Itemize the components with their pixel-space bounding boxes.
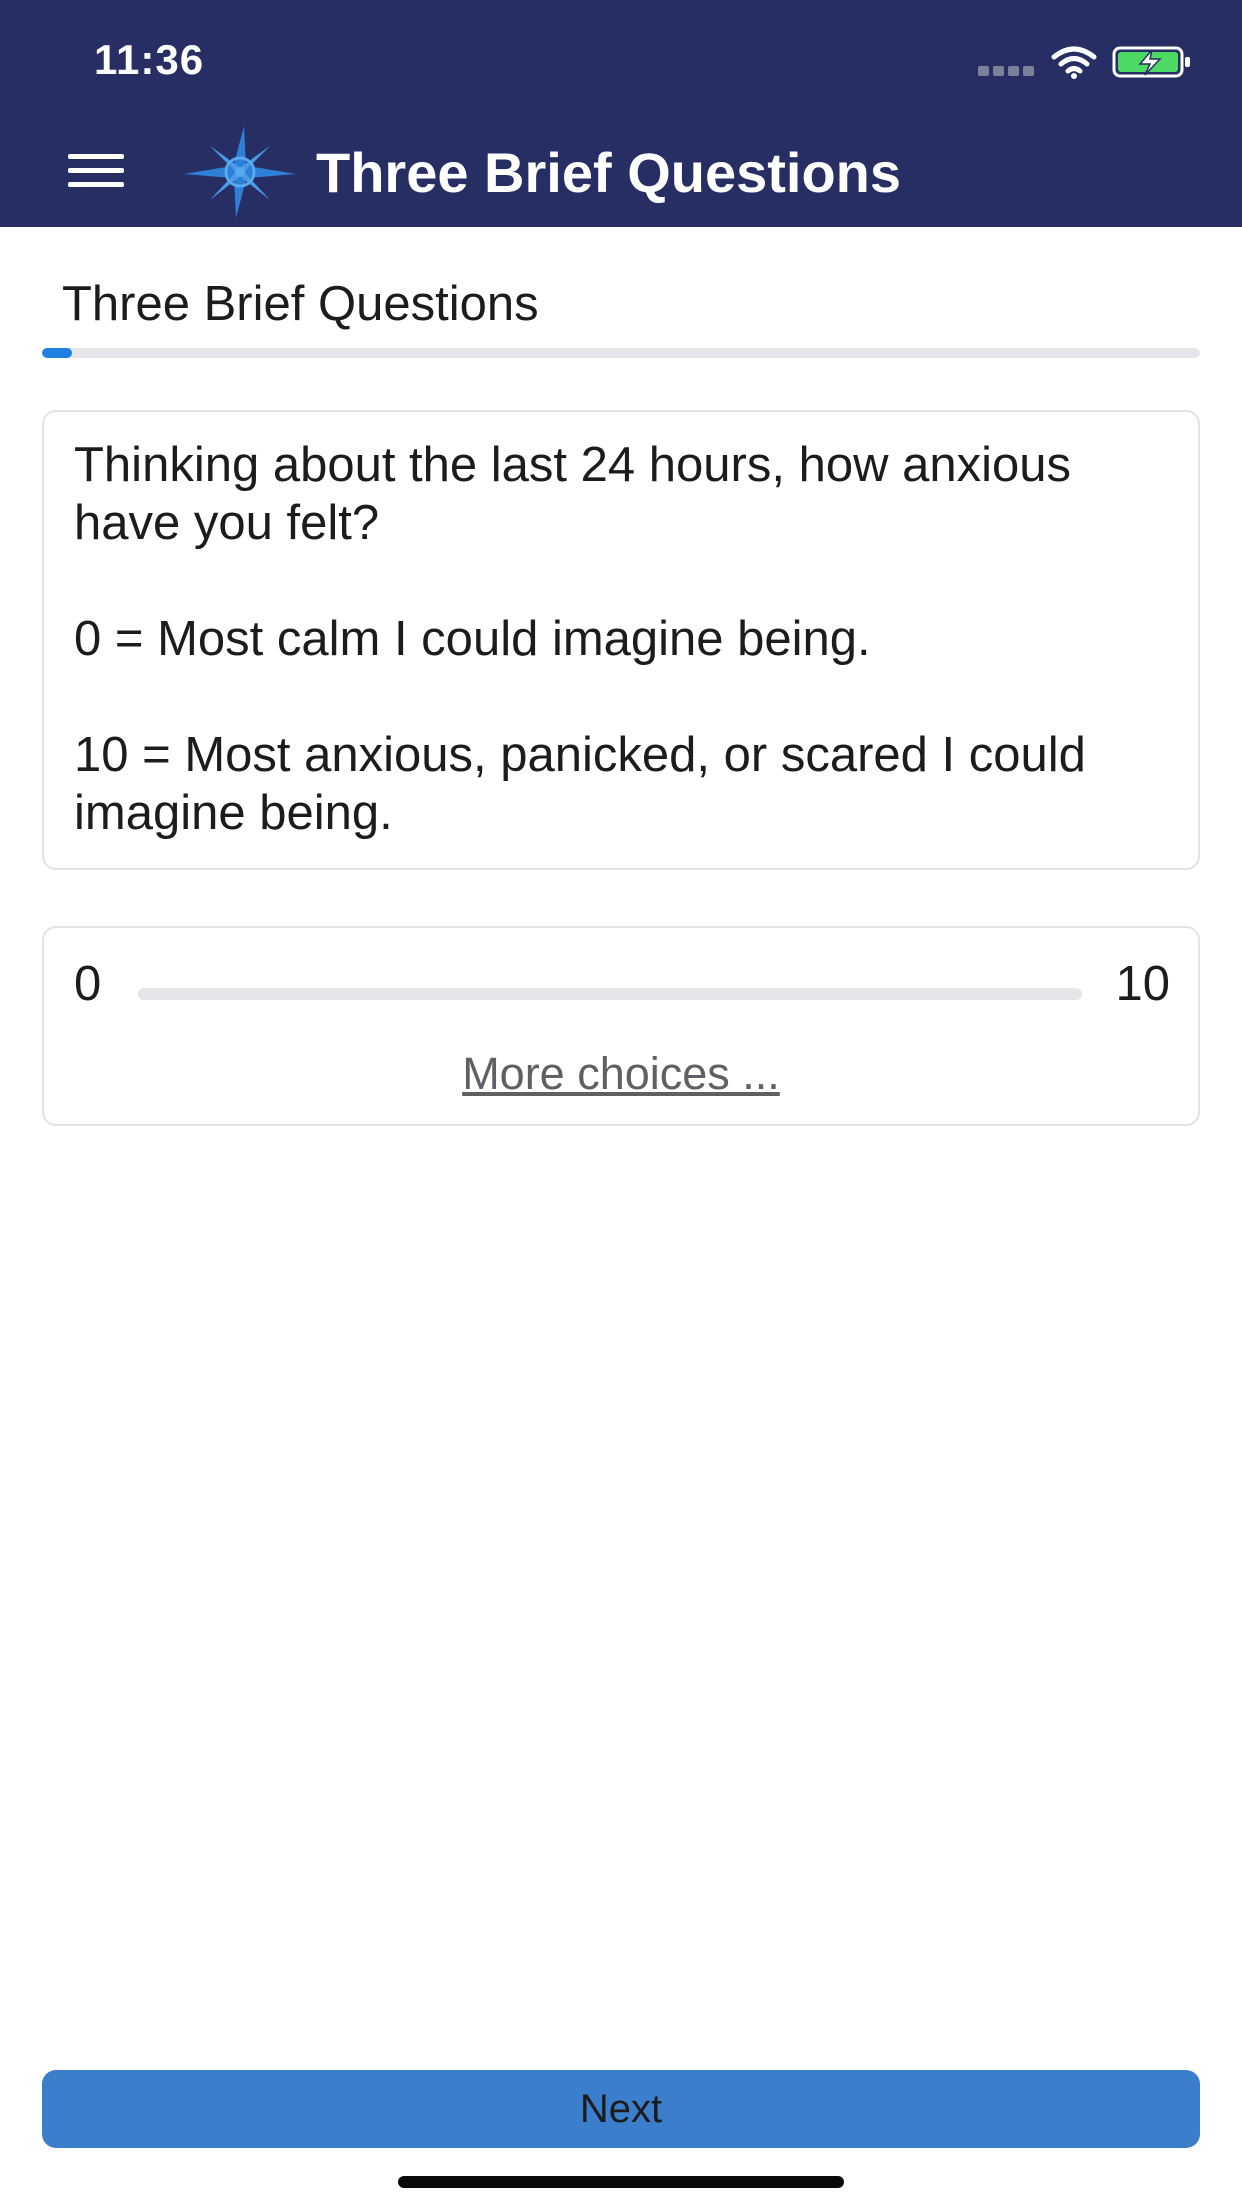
status-time: 11:36 (94, 36, 205, 83)
question-prompt: Thinking about the last 24 hours, how an… (74, 438, 1071, 550)
more-choices-link[interactable]: More choices ... (44, 1048, 1198, 1100)
question-text: Thinking about the last 24 hours, how an… (74, 436, 1168, 842)
slider-min-label: 0 (74, 957, 102, 1011)
survey-title: Three Brief Questions (62, 277, 539, 331)
wifi-icon (1051, 46, 1097, 79)
compass-star-logo-icon (184, 126, 296, 218)
answer-slider-card: 0 10 More choices ... (42, 926, 1200, 1126)
rating-slider[interactable] (138, 988, 1082, 1000)
app-header: 11:36 Three Brief Questions (0, 0, 1242, 227)
scale-min-description: 0 = Most calm I could imagine being. (74, 612, 871, 666)
slider-max-label: 10 (1115, 957, 1170, 1011)
hamburger-menu-icon[interactable] (68, 154, 124, 190)
app-title: Three Brief Questions (316, 141, 902, 204)
survey-progress-fill (42, 348, 73, 358)
next-button[interactable]: Next (42, 2070, 1200, 2148)
cellular-signal-icon (978, 66, 1036, 76)
question-card: Thinking about the last 24 hours, how an… (42, 410, 1200, 870)
survey-progress-bar (42, 348, 1200, 358)
scale-max-description: 10 = Most anxious, panicked, or scared I… (74, 728, 1086, 840)
battery-charging-icon (1112, 46, 1190, 78)
home-indicator (398, 2176, 844, 2188)
